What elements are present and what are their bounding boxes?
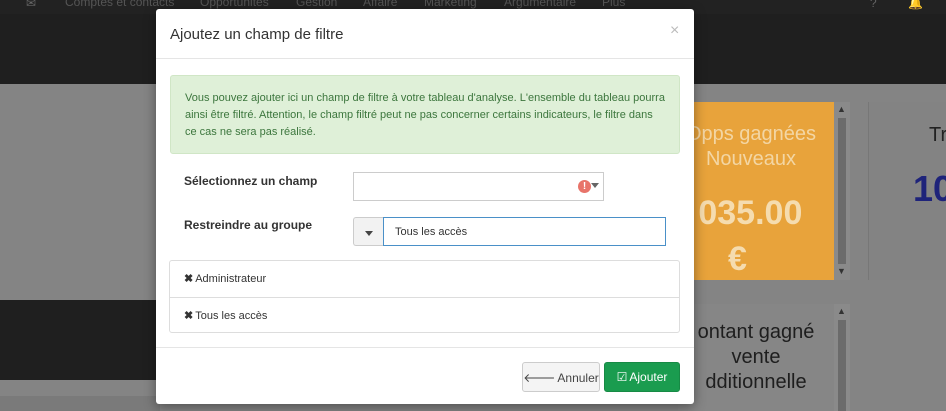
- scrollbar-thumb[interactable]: [838, 118, 846, 264]
- envelope-icon[interactable]: ✉: [26, 0, 36, 10]
- kpi-tile-subtitle: Nouveaux: [705, 148, 797, 170]
- add-filter-modal: Ajoutez un champ de filtre × Vous pouvez…: [156, 9, 694, 404]
- tile-scrollbar[interactable]: ▲ ▼: [834, 102, 850, 280]
- remove-icon[interactable]: ✖: [184, 310, 193, 322]
- nav-opportunites[interactable]: Opportunités: [200, 0, 269, 9]
- field-select[interactable]: !: [353, 172, 604, 201]
- group-list: ✖ Administrateur ✖ Tous les accès: [169, 260, 680, 333]
- kpi-tile-value: 0 035.00: [678, 194, 803, 232]
- kpi-tile-amount-won: ontant gagné vente dditionnelle: [678, 304, 834, 411]
- caret-down-icon: [365, 231, 373, 236]
- nav-marketing[interactable]: Marketing: [424, 0, 477, 9]
- list-item[interactable]: ✖ Tous les accès: [170, 297, 679, 333]
- scroll-up-icon[interactable]: ▲: [837, 306, 846, 316]
- remove-icon[interactable]: ✖: [184, 273, 193, 285]
- kpi-tile-right: Tr 10: [868, 102, 946, 280]
- nav-gestion[interactable]: Gestion: [296, 0, 337, 9]
- warning-icon: !: [578, 180, 591, 193]
- close-icon[interactable]: ×: [670, 22, 679, 40]
- cancel-label: Annuler: [557, 370, 599, 385]
- field-select-label: Sélectionnez un champ: [184, 174, 318, 188]
- list-item[interactable]: ✖ Administrateur: [170, 261, 679, 297]
- kpi-tile-grey-line3: dditionnelle: [705, 371, 807, 393]
- group-input[interactable]: [383, 217, 666, 246]
- kpi-tile-grey-line1: ontant gagné: [697, 321, 815, 343]
- kpi-tile-won-opps: Opps gagnées Nouveaux 0 035.00 €: [678, 102, 834, 280]
- help-icon[interactable]: ?: [870, 0, 877, 10]
- arrow-left-icon: 🡐: [523, 370, 556, 385]
- scroll-down-icon[interactable]: ▼: [837, 266, 846, 276]
- nav-comptes[interactable]: Comptes et contacts: [65, 0, 174, 9]
- kpi-tile-grey-line2: vente: [731, 346, 781, 368]
- group-item-label: Administrateur: [195, 273, 267, 285]
- tile-scrollbar-lower[interactable]: ▲: [834, 304, 850, 411]
- group-label: Restreindre au groupe: [184, 218, 313, 232]
- modal-footer: 🡐 Annuler ☑ Ajouter: [156, 347, 694, 404]
- cancel-button[interactable]: 🡐 Annuler: [522, 362, 600, 392]
- kpi-tile-right-value: 10: [913, 168, 946, 209]
- nav-argumentaire[interactable]: Argumentaire: [504, 0, 576, 9]
- modal-header: Ajoutez un champ de filtre ×: [156, 9, 694, 59]
- group-item-label: Tous les accès: [195, 310, 268, 322]
- kpi-tile-right-title: Tr: [929, 124, 946, 146]
- add-button[interactable]: ☑ Ajouter: [604, 362, 680, 392]
- kpi-tile-currency: €: [728, 240, 747, 278]
- scrollbar-thumb[interactable]: [838, 320, 846, 411]
- group-dropdown-toggle[interactable]: [353, 217, 383, 246]
- check-square-icon: ☑: [616, 370, 628, 384]
- scroll-up-icon[interactable]: ▲: [837, 104, 846, 114]
- add-label: Ajouter: [629, 370, 668, 384]
- nav-plus[interactable]: Plus: [602, 0, 625, 9]
- info-alert: Vous pouvez ajouter ici un champ de filt…: [170, 75, 680, 154]
- chevron-down-icon: [591, 183, 599, 188]
- bell-icon[interactable]: 🔔: [908, 0, 923, 10]
- left-panel: [0, 300, 160, 380]
- modal-title: Ajoutez un champ de filtre: [170, 26, 344, 43]
- kpi-tile-title: Opps gagnées: [685, 123, 817, 145]
- left-panel-lower: [0, 396, 160, 411]
- nav-affaire[interactable]: Affaire: [363, 0, 397, 9]
